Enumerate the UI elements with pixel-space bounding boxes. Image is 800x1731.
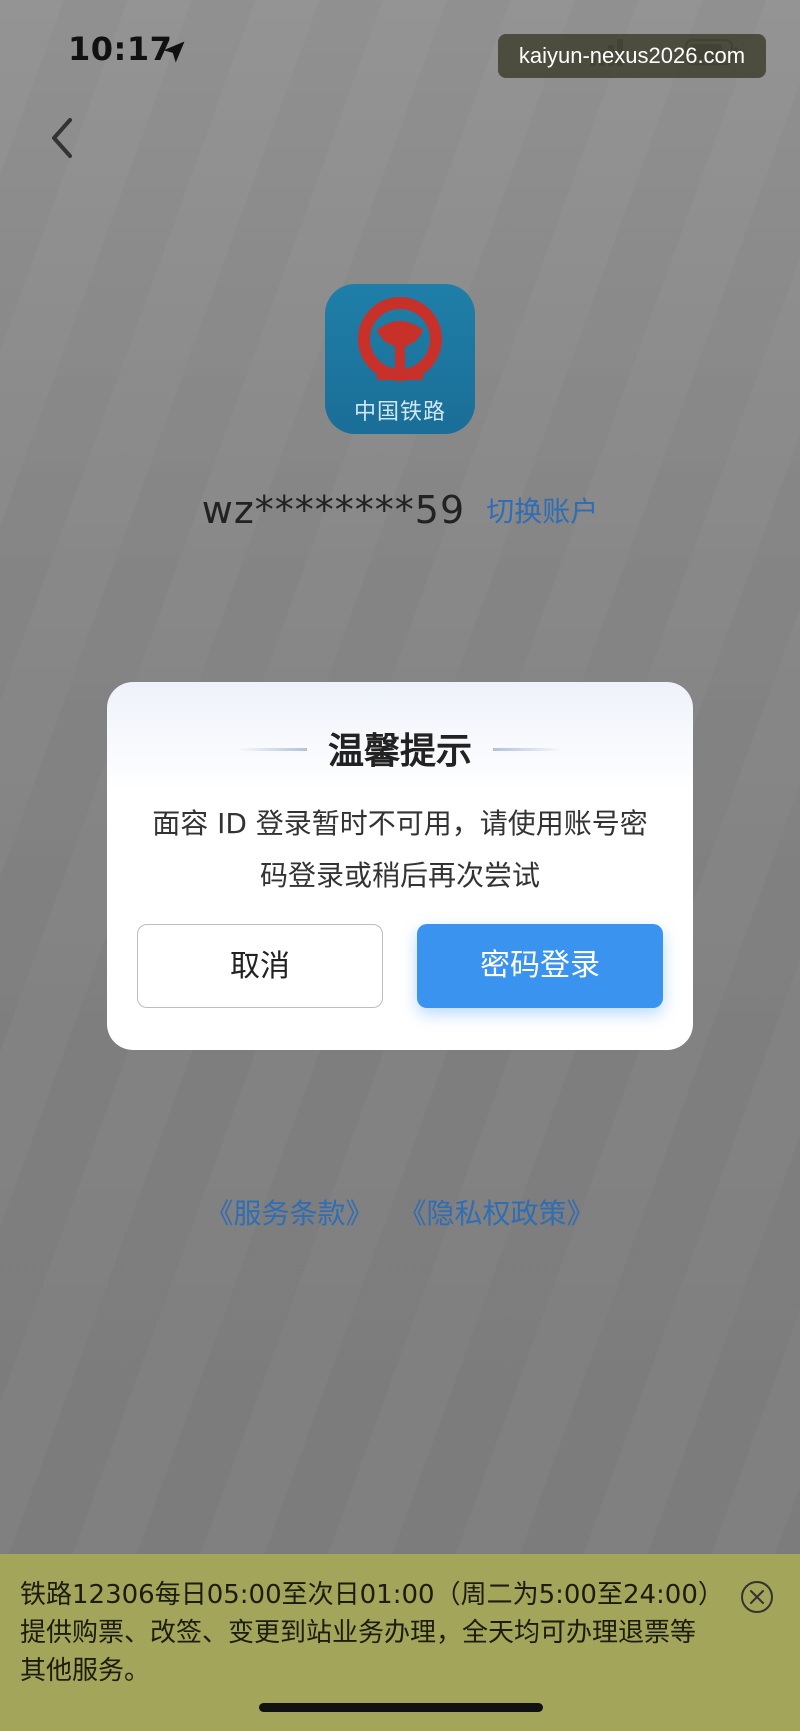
- dialog-title: 温馨提示: [327, 731, 472, 772]
- logo-text: 中国铁路: [353, 400, 446, 425]
- app-logo: 中国铁路: [325, 284, 475, 434]
- terms-row: 《服务条款》 《隐私权政策》: [0, 1192, 800, 1232]
- alert-dialog: 温馨提示 面容 ID 登录暂时不可用，请使用账号密 码登录或稍后再次尝试 取消 …: [107, 682, 693, 1050]
- service-terms-link[interactable]: 《服务条款》: [206, 1197, 374, 1230]
- dialog-message-line1: 面容 ID 登录暂时不可用，请使用账号密: [152, 807, 648, 840]
- close-circle-icon[interactable]: [740, 1580, 774, 1614]
- notice-line2: 提供购票、改签、变更到站业务办理，全天均可办理退票等: [20, 1618, 697, 1648]
- cancel-button[interactable]: 取消: [137, 924, 383, 1008]
- notice-line3: 其他服务。: [20, 1656, 151, 1686]
- dialog-message: 面容 ID 登录暂时不可用，请使用账号密 码登录或稍后再次尝试: [137, 798, 663, 902]
- privacy-policy-link[interactable]: 《隐私权政策》: [398, 1197, 594, 1230]
- switch-account-link[interactable]: 切换账户: [486, 495, 598, 528]
- password-login-button[interactable]: 密码登录: [417, 924, 663, 1008]
- home-indicator[interactable]: [259, 1703, 543, 1712]
- notice-text: 铁路12306每日05:00至次日01:00（周二为5:00至24:00） 提供…: [20, 1576, 730, 1690]
- account-name: wz********59: [201, 488, 466, 532]
- back-icon[interactable]: [46, 116, 78, 160]
- location-arrow-icon: [163, 41, 185, 63]
- status-time: 10:17: [68, 30, 173, 68]
- account-row: wz********59 切换账户: [0, 488, 800, 532]
- watermark: kaiyun-nexus2026.com: [498, 34, 766, 78]
- dialog-message-line2: 码登录或稍后再次尝试: [259, 859, 540, 892]
- notice-line1: 铁路12306每日05:00至次日01:00（周二为5:00至24:00）: [20, 1580, 724, 1610]
